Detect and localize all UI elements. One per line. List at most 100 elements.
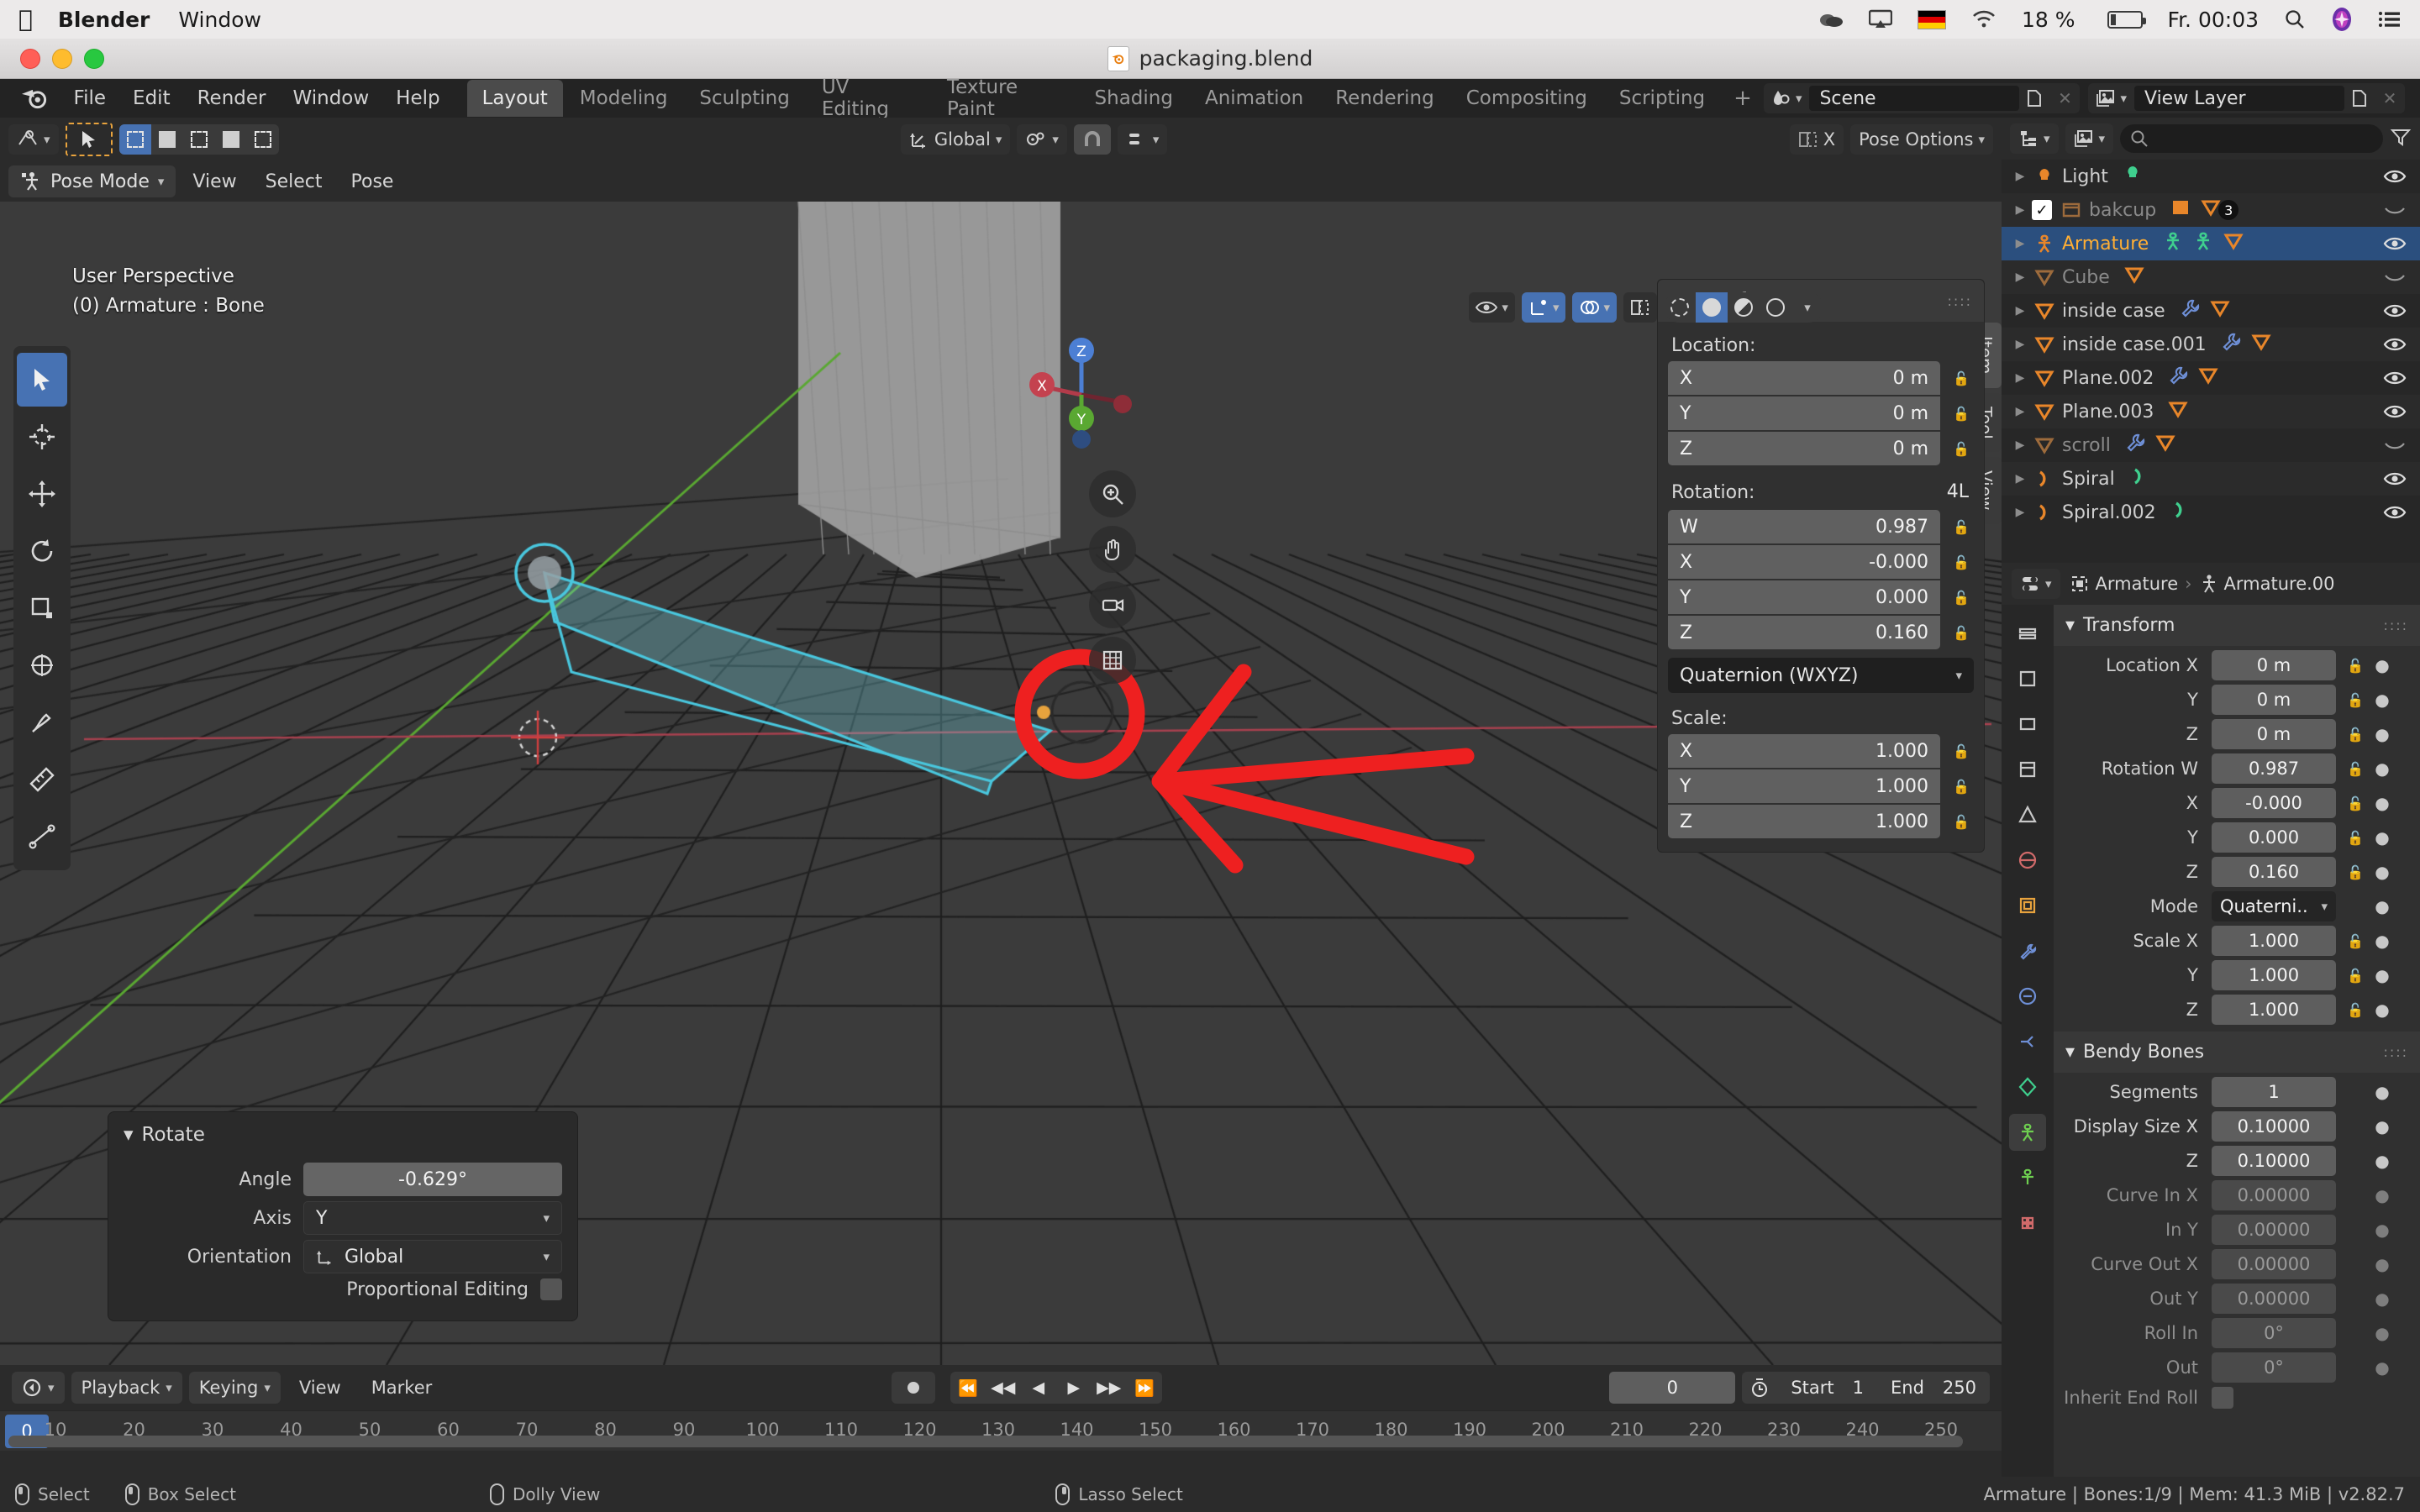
transform-tool[interactable] — [17, 638, 67, 692]
animate-property-dot[interactable]: ● — [2375, 793, 2390, 813]
cursor-tool[interactable] — [17, 410, 67, 464]
eye-open-icon[interactable] — [2383, 470, 2407, 488]
menu-blender[interactable]: Blender — [58, 8, 150, 32]
blender-logo-icon[interactable] — [20, 83, 50, 113]
inherit-end-roll-checkbox[interactable] — [2212, 1387, 2233, 1409]
tab-shading[interactable]: Shading — [1080, 80, 1188, 117]
animate-property-dot[interactable]: ● — [2375, 1254, 2390, 1274]
properties-scene-tab[interactable] — [2009, 796, 2046, 833]
transform-row-location-x[interactable]: Location X 0 m 🔓 ● — [2054, 650, 2412, 680]
pose-icon[interactable] — [2162, 230, 2184, 257]
eye-open-icon[interactable] — [2383, 402, 2407, 421]
breadcrumb-bone[interactable]: Armature.00 — [2224, 574, 2335, 594]
transform-value[interactable]: 1.000 — [2212, 926, 2336, 956]
transform-row-mode[interactable]: Mode Quaterni.. ▾ ● — [2054, 891, 2412, 921]
bendy-value[interactable]: 0.00000 — [2212, 1284, 2336, 1314]
scale-tool[interactable] — [17, 581, 67, 635]
scale-x-value[interactable]: 1.000 — [1876, 741, 1928, 762]
properties-render-tab[interactable] — [2009, 660, 2046, 697]
animate-property-dot[interactable]: ● — [2375, 1357, 2390, 1378]
shading-mode-group[interactable]: ▾ — [1664, 292, 1823, 323]
eye-closed-icon[interactable] — [2383, 436, 2407, 454]
move-tool[interactable] — [17, 467, 67, 521]
lock-icon[interactable]: 🔓 — [2344, 830, 2366, 846]
location-x-row[interactable]: X 0 m 🔓 — [1668, 361, 1974, 395]
lock-icon[interactable]: 🔓 — [2344, 1002, 2366, 1018]
mesh-data-icon[interactable] — [2167, 398, 2189, 425]
apple-icon[interactable]:  — [18, 8, 33, 31]
transform-row-z[interactable]: Z 0 m 🔓 ● — [2054, 719, 2412, 749]
disclosure-triangle-icon[interactable]: ▶ — [2008, 270, 2032, 284]
eye-open-icon[interactable] — [2383, 302, 2407, 320]
properties-bone-tab[interactable] — [2009, 1114, 2046, 1151]
rotate-tool[interactable] — [17, 524, 67, 578]
bendy-row-curve-in-x[interactable]: Curve In X 0.00000 ● — [2054, 1180, 2412, 1210]
next-keyframe-icon[interactable]: ▶▶ — [1092, 1372, 1127, 1404]
lock-icon[interactable]: 🔓 — [1949, 554, 1974, 570]
properties-data-tab[interactable] — [2009, 1068, 2046, 1105]
scale-y-row[interactable]: Y 1.000 🔓 — [1668, 769, 1974, 803]
drag-grip-icon[interactable]: :::: — [2383, 1044, 2408, 1060]
animate-property-dot[interactable]: ● — [2375, 690, 2390, 710]
material-shading-icon[interactable] — [1728, 292, 1760, 323]
drag-grip-icon[interactable]: :::: — [1947, 293, 1972, 309]
wireframe-shading-icon[interactable] — [1664, 292, 1696, 323]
properties-constraints-tab[interactable] — [2009, 1023, 2046, 1060]
menu-render[interactable]: Render — [184, 82, 280, 114]
lock-icon[interactable]: 🔓 — [1949, 814, 1974, 830]
view-layer-name[interactable]: View Layer — [2134, 86, 2344, 111]
transform-value[interactable]: 0 m — [2212, 685, 2336, 715]
pose-options-dropdown[interactable]: Pose Options ▾ — [1850, 124, 1993, 155]
rotation-w-value[interactable]: 0.987 — [1876, 517, 1928, 538]
bendy-row-out-y[interactable]: Out Y 0.00000 ● — [2054, 1284, 2412, 1314]
subtract-select-icon[interactable] — [183, 124, 215, 155]
menu-file[interactable]: File — [60, 82, 120, 114]
lock-icon[interactable]: 🔓 — [1949, 406, 1974, 422]
transform-value[interactable]: 0.000 — [2212, 822, 2336, 853]
menu-edit[interactable]: Edit — [119, 82, 184, 114]
set-select-icon[interactable] — [118, 124, 151, 155]
toggle-ortho-icon[interactable] — [1089, 637, 1136, 684]
properties-world-tab[interactable] — [2009, 842, 2046, 879]
eye-open-icon[interactable] — [2383, 234, 2407, 253]
siri-icon[interactable] — [2331, 7, 2353, 32]
mesh-data-icon[interactable] — [2197, 365, 2219, 391]
scene-icon[interactable]: ▾ — [1764, 88, 1810, 108]
search-icon[interactable] — [2284, 8, 2306, 30]
xray-shading-icon[interactable] — [1623, 292, 1657, 323]
image-icon[interactable] — [2170, 197, 2191, 223]
add-workspace-button[interactable]: + — [1722, 82, 1764, 114]
german-flag-icon[interactable] — [1918, 9, 1946, 29]
extend-select-icon[interactable] — [151, 124, 183, 155]
animate-property-dot[interactable]: ● — [2375, 1323, 2390, 1343]
transform-row-y[interactable]: Y 0 m 🔓 ● — [2054, 685, 2412, 715]
lock-icon[interactable]: 🔓 — [2344, 933, 2366, 949]
timeline-menu-keying[interactable]: Keying ▾ — [188, 1372, 281, 1404]
rotation-x-value[interactable]: -0.000 — [1869, 552, 1928, 573]
start-frame-field[interactable]: Start 1 — [1777, 1378, 1877, 1398]
viewport-menu-select[interactable]: Select — [254, 166, 334, 197]
viewport-menu-view[interactable]: View — [181, 166, 248, 197]
transform-value[interactable]: 0 m — [2212, 719, 2336, 749]
modifier-icon[interactable] — [2124, 432, 2146, 459]
modifier-icon[interactable] — [2179, 297, 2201, 324]
animate-property-dot[interactable]: ● — [2375, 655, 2390, 675]
timeline-menu-playback[interactable]: Playback ▾ — [71, 1372, 182, 1404]
animate-property-dot[interactable]: ● — [2375, 965, 2390, 985]
tab-scripting[interactable]: Scripting — [1604, 80, 1720, 117]
lock-icon[interactable]: 🔓 — [1949, 590, 1974, 606]
mesh-data-icon[interactable] — [2154, 432, 2176, 459]
transform-row-z[interactable]: Z 0.160 🔓 ● — [2054, 857, 2412, 887]
tweak-select-box-tool[interactable] — [17, 353, 67, 407]
outliner-item-armature[interactable]: ▶ Armature — [2002, 227, 2420, 260]
tab-animation[interactable]: Animation — [1190, 80, 1318, 117]
bendy-value[interactable]: 0° — [2212, 1352, 2336, 1383]
rotation-x-row[interactable]: X -0.000 🔓 — [1668, 545, 1974, 579]
transform-row-scale-x[interactable]: Scale X 1.000 🔓 ● — [2054, 926, 2412, 956]
lock-icon[interactable]: 🔓 — [2344, 864, 2366, 880]
new-view-layer-icon[interactable] — [2344, 85, 2375, 112]
eye-open-icon[interactable] — [2383, 369, 2407, 387]
properties-tool-tab[interactable] — [2009, 615, 2046, 652]
breadcrumb-object[interactable]: Armature — [2096, 574, 2179, 594]
auto-keying-icon[interactable] — [891, 1372, 935, 1404]
